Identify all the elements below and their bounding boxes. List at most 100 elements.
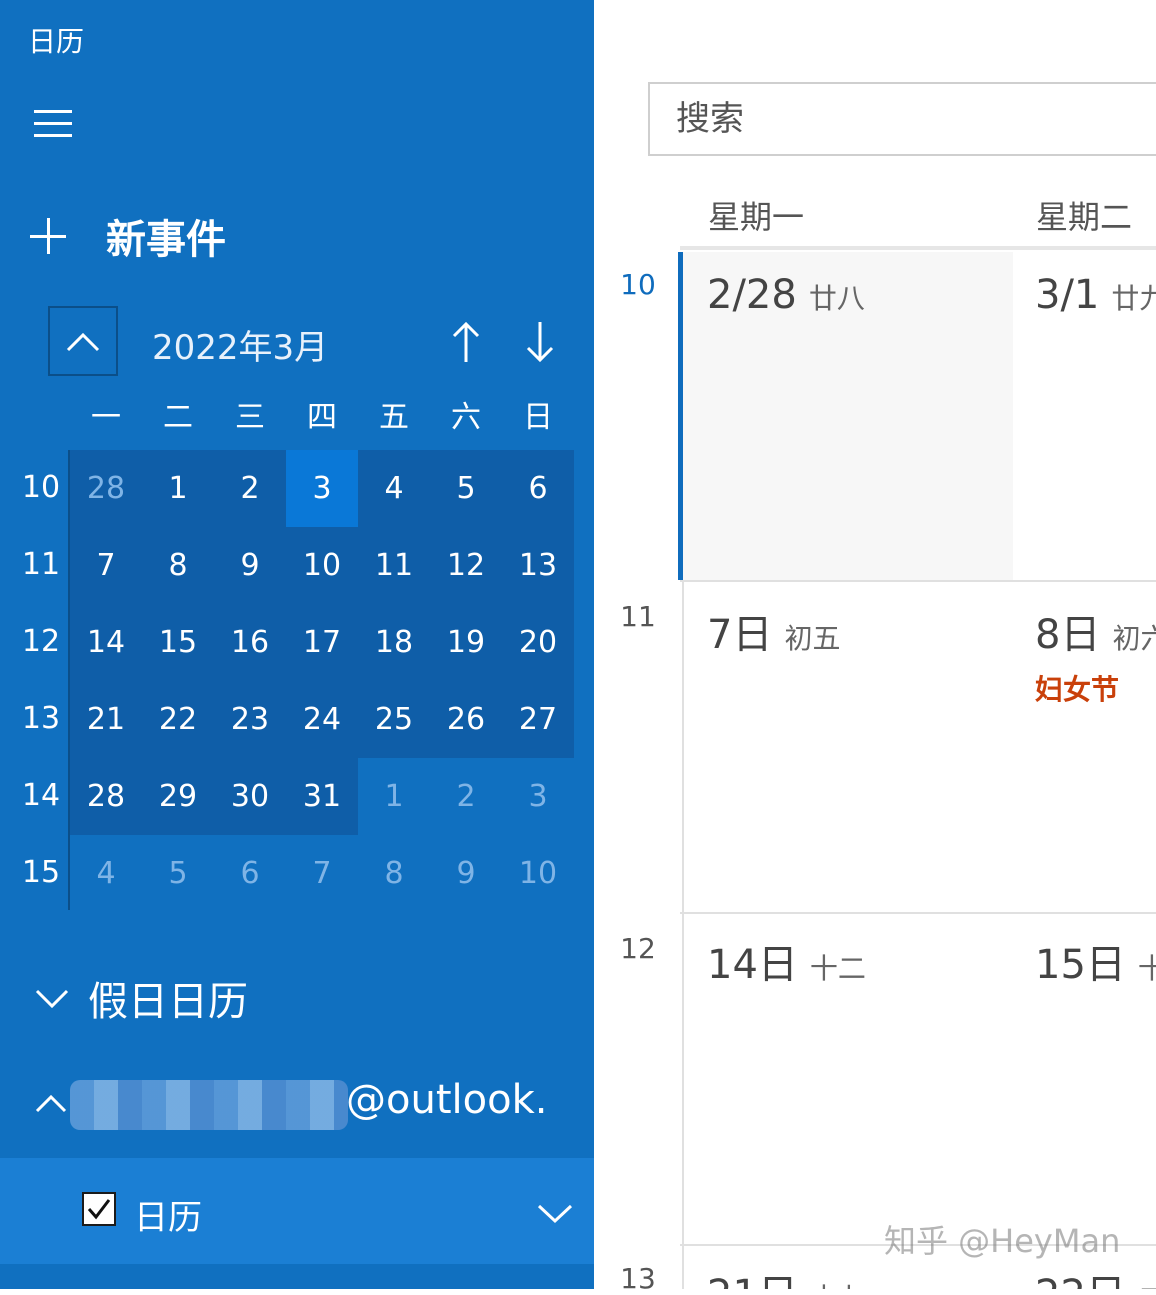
lunar-date: 廿八 bbox=[808, 282, 865, 315]
plus-icon bbox=[30, 218, 66, 254]
mini-calendar-day[interactable]: 18 bbox=[358, 604, 430, 681]
mini-calendar-day[interactable]: 28 bbox=[70, 758, 142, 835]
mini-calendar-day[interactable]: 7 bbox=[286, 835, 358, 912]
mini-calendar-day[interactable]: 16 bbox=[214, 604, 286, 681]
search-box[interactable] bbox=[648, 82, 1156, 156]
mini-calendar-day[interactable]: 29 bbox=[142, 758, 214, 835]
mini-calendar-day[interactable]: 6 bbox=[502, 450, 574, 527]
mini-calendar-day[interactable]: 21 bbox=[70, 681, 142, 758]
mini-calendar-day[interactable]: 10 bbox=[286, 527, 358, 604]
lunar-date: 初五 bbox=[784, 622, 841, 655]
weekday-header: 五 bbox=[379, 400, 409, 435]
outlook-account-group[interactable]: @outlook.c bbox=[34, 1075, 594, 1135]
lunar-date: 二十 bbox=[1138, 1282, 1156, 1289]
mini-calendar-day[interactable]: 25 bbox=[358, 681, 430, 758]
weekday-header: 三 bbox=[235, 400, 265, 435]
arrow-down-icon bbox=[526, 322, 554, 363]
date-number: 8日 bbox=[1035, 612, 1101, 658]
mini-calendar-day[interactable]: 14 bbox=[70, 604, 142, 681]
chevron-up-icon bbox=[66, 332, 100, 352]
lunar-date: 十九 bbox=[810, 1282, 866, 1289]
mini-calendar-day[interactable]: 17 bbox=[286, 604, 358, 681]
mini-calendar-day[interactable]: 31 bbox=[286, 758, 358, 835]
mini-calendar-day[interactable]: 5 bbox=[430, 450, 502, 527]
mini-calendar-day[interactable]: 27 bbox=[502, 681, 574, 758]
mini-calendar-day[interactable]: 7 bbox=[70, 527, 142, 604]
mini-calendar-day[interactable]: 26 bbox=[430, 681, 502, 758]
chevron-down-icon[interactable] bbox=[536, 1202, 574, 1224]
day-cell[interactable]: 7日 初五 bbox=[684, 582, 1013, 912]
search-input[interactable] bbox=[674, 98, 1118, 140]
mini-calendar-day[interactable]: 8 bbox=[142, 527, 214, 604]
day-header-monday: 星期一 bbox=[708, 198, 805, 236]
mini-calendar-day[interactable]: 11 bbox=[358, 527, 430, 604]
calendar-item-row[interactable]: 日历 bbox=[0, 1158, 594, 1264]
mini-calendar-day[interactable]: 4 bbox=[358, 450, 430, 527]
mini-calendar-day[interactable]: 3 bbox=[502, 758, 574, 835]
mini-calendar-day[interactable]: 9 bbox=[430, 835, 502, 912]
calendar-checkbox[interactable] bbox=[82, 1192, 116, 1226]
watermark: 知乎 @HeyMan bbox=[884, 1222, 1121, 1260]
day-cell[interactable]: 8日 初六 妇女节 bbox=[1013, 582, 1156, 912]
mini-calendar-day[interactable]: 22 bbox=[142, 681, 214, 758]
lunar-date: 廿九 bbox=[1111, 282, 1156, 315]
new-event-button[interactable]: 新事件 bbox=[30, 208, 226, 264]
arrow-up-icon bbox=[452, 321, 480, 362]
day-cell[interactable]: 14日 十二 bbox=[684, 914, 1013, 1244]
mini-calendar-day[interactable]: 5 bbox=[142, 835, 214, 912]
mini-calendar-day[interactable]: 13 bbox=[502, 527, 574, 604]
mini-calendar-day[interactable]: 1 bbox=[358, 758, 430, 835]
date-number: 3/1 bbox=[1035, 272, 1100, 318]
day-cell[interactable]: 3/1 廿九 bbox=[1013, 252, 1156, 580]
weekday-header: 四 bbox=[307, 400, 337, 435]
holiday-calendar-label: 假日日历 bbox=[88, 979, 248, 1025]
lunar-date: 十三 bbox=[1137, 952, 1156, 985]
lunar-date: 初六 bbox=[1112, 622, 1156, 655]
mini-calendar-day[interactable]: 2 bbox=[214, 450, 286, 527]
new-event-label: 新事件 bbox=[106, 217, 226, 263]
mini-calendar-day[interactable]: 24 bbox=[286, 681, 358, 758]
date-number: 21日 bbox=[707, 1272, 798, 1289]
day-cell[interactable]: 15日十三 bbox=[1013, 914, 1156, 1244]
app-title: 日历 bbox=[28, 25, 85, 58]
date-number: 7日 bbox=[707, 612, 773, 658]
mini-calendar-day[interactable]: 30 bbox=[214, 758, 286, 835]
mini-calendar-day[interactable]: 1 bbox=[142, 450, 214, 527]
week-number: 15 bbox=[21, 855, 61, 890]
mini-calendar-day-selected[interactable]: 3 bbox=[286, 450, 358, 527]
calendar-item-label: 日历 bbox=[134, 1198, 202, 1238]
date-number: 15日 bbox=[1035, 942, 1126, 988]
mini-calendar-day[interactable]: 10 bbox=[502, 835, 574, 912]
mini-calendar-day[interactable]: 20 bbox=[502, 604, 574, 681]
mini-calendar-day[interactable]: 4 bbox=[70, 835, 142, 912]
date-number: 22日 bbox=[1035, 1272, 1126, 1289]
mini-calendar-day[interactable]: 8 bbox=[358, 835, 430, 912]
mini-calendar-day[interactable]: 9 bbox=[214, 527, 286, 604]
date-number: 2/28 bbox=[707, 272, 797, 318]
mini-calendar-day[interactable]: 12 bbox=[430, 527, 502, 604]
mini-calendar-day[interactable]: 2 bbox=[430, 758, 502, 835]
week-label: 13 bbox=[620, 1262, 656, 1295]
mini-calendar-day[interactable]: 28 bbox=[70, 450, 142, 527]
mini-calendar-day[interactable]: 19 bbox=[430, 604, 502, 681]
chevron-down-icon bbox=[35, 989, 69, 1009]
weekday-header: 二 bbox=[163, 400, 193, 435]
mini-calendar-day[interactable]: 6 bbox=[214, 835, 286, 912]
weekday-header: 日 bbox=[523, 400, 553, 435]
chevron-up-icon bbox=[35, 1094, 67, 1113]
next-month-button[interactable] bbox=[520, 318, 560, 366]
hamburger-menu-icon[interactable] bbox=[34, 108, 74, 140]
date-number: 14日 bbox=[707, 942, 798, 988]
day-cell-today[interactable]: 2/28 廿八 bbox=[683, 252, 1013, 580]
mini-calendar-day[interactable]: 15 bbox=[142, 604, 214, 681]
holiday-label: 妇女节 bbox=[1035, 673, 1120, 706]
previous-month-button[interactable] bbox=[446, 318, 486, 366]
weekday-header: 六 bbox=[451, 400, 481, 435]
collapse-calendar-button[interactable] bbox=[48, 306, 118, 376]
mini-calendar-day[interactable]: 23 bbox=[214, 681, 286, 758]
week-label: 12 bbox=[620, 932, 656, 965]
account-email-suffix: @outlook.c bbox=[346, 1077, 548, 1123]
week-number: 13 bbox=[21, 701, 61, 736]
holiday-calendar-group[interactable]: 假日日历 bbox=[34, 968, 248, 1028]
checkmark-icon bbox=[87, 1199, 111, 1220]
